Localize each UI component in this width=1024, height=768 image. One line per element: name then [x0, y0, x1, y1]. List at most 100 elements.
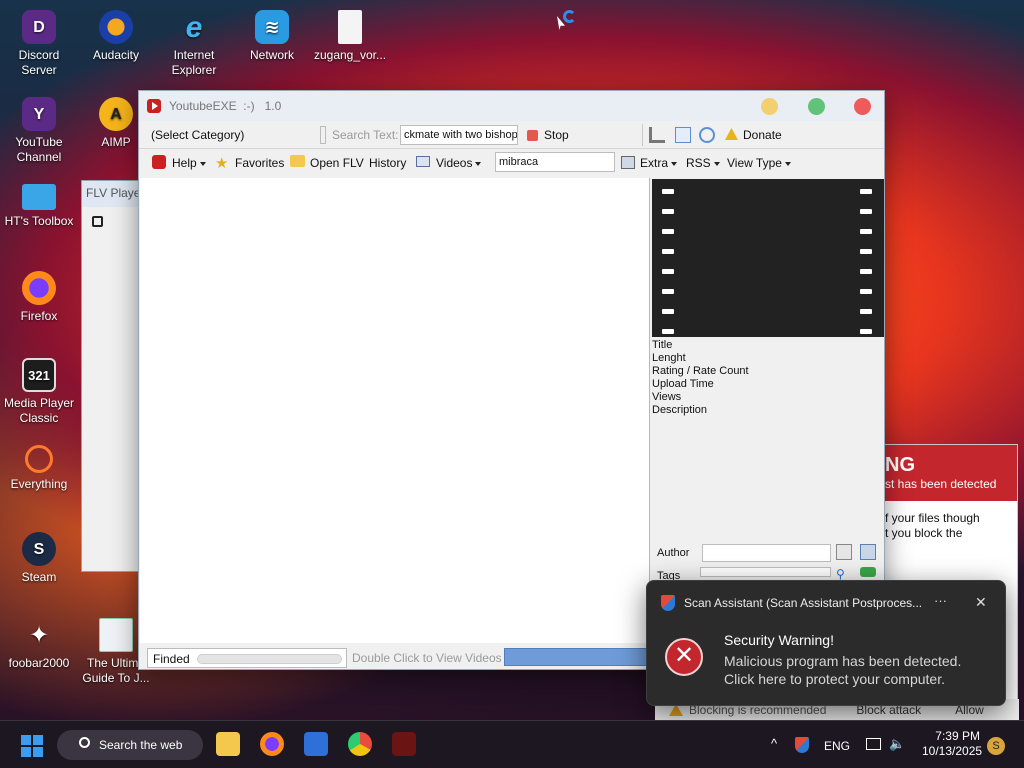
tools-icon[interactable]: [649, 127, 665, 143]
document-thumbnail-icon: [99, 618, 133, 652]
shield-icon: [661, 595, 675, 611]
search-text-input[interactable]: ckmate with two bishops: [400, 125, 518, 145]
toast-message[interactable]: Malicious program has been detected. Cli…: [724, 652, 961, 688]
film-perforation: [860, 189, 872, 194]
audacity-icon: [99, 10, 133, 44]
store-icon[interactable]: [304, 732, 328, 756]
desktop-icon-network[interactable]: ≋ Network: [233, 10, 311, 63]
file-explorer-icon[interactable]: [216, 732, 240, 756]
film-perforation: [860, 209, 872, 214]
tags-select[interactable]: [700, 567, 831, 577]
discord-server-icon: D: [22, 10, 56, 44]
youtubeexe-taskbar-icon[interactable]: [392, 732, 416, 756]
refresh-icon[interactable]: [860, 567, 876, 577]
help-menu[interactable]: Help: [172, 156, 206, 170]
youtube-help-icon: [152, 155, 166, 169]
category-spin-icon[interactable]: [320, 126, 326, 144]
desktop-icon-media-player-classic[interactable]: 321 Media Player Classic: [0, 358, 78, 426]
security-toast[interactable]: Scan Assistant (Scan Assistant Postproce…: [646, 580, 1006, 706]
volume-icon[interactable]: 🔈: [889, 736, 905, 752]
desktop-icon-everything[interactable]: Everything: [0, 445, 78, 492]
search-text-label: Search Text:: [332, 128, 399, 142]
video-list-pane[interactable]: [140, 178, 650, 643]
windows-logo-tile: [33, 735, 43, 745]
search-icon: [79, 737, 90, 748]
clock[interactable]: 7:39 PM 10/13/2025: [922, 729, 983, 759]
toast-more-button[interactable]: ···: [934, 593, 947, 608]
open-flv-button[interactable]: Open FLV: [310, 156, 364, 170]
favorites-button[interactable]: Favorites: [235, 156, 284, 170]
window-title: YoutubeEXE :-) 1.0: [169, 99, 282, 113]
minimize-button[interactable]: [761, 98, 778, 115]
author-input[interactable]: [702, 544, 831, 562]
donate-button[interactable]: Donate: [743, 128, 782, 142]
author-videos-icon[interactable]: [860, 544, 876, 560]
view-type-menu[interactable]: View Type: [727, 156, 791, 170]
desktop-icon-hts-toolbox[interactable]: HT's Toolbox: [0, 184, 78, 229]
tray-overflow-chevron-icon[interactable]: ^: [771, 736, 777, 751]
filter-input[interactable]: mibraca: [495, 152, 615, 172]
firefox-icon: [22, 271, 56, 305]
taskbar-search[interactable]: Search the web: [57, 730, 203, 760]
warning-body: f your files though t you block the: [885, 511, 980, 540]
desktop-icon-foobar2000[interactable]: ✦ foobar2000: [0, 618, 78, 671]
stop-button[interactable]: Stop: [544, 128, 569, 142]
user-avatar[interactable]: S: [987, 737, 1005, 755]
author-profile-icon[interactable]: [836, 544, 852, 560]
taskbar-search-label: Search the web: [99, 738, 183, 752]
film-perforation: [662, 189, 674, 194]
toast-close-button[interactable]: ✕: [975, 594, 987, 611]
film-perforation: [860, 309, 872, 314]
desktop-icon-firefox[interactable]: Firefox: [0, 271, 78, 324]
youtube-channel-icon: Y: [22, 97, 56, 131]
info-description-label: Description: [652, 404, 708, 416]
category-select[interactable]: (Select Category): [151, 128, 244, 142]
maximize-button[interactable]: [808, 98, 825, 115]
close-button[interactable]: [854, 98, 871, 115]
desktop-icon-zugang-file[interactable]: zugang_vor...: [311, 10, 389, 63]
network-icon: ≋: [255, 10, 289, 44]
rss-menu[interactable]: RSS: [686, 156, 720, 170]
firefox-taskbar-icon[interactable]: [260, 732, 284, 756]
tags-search-icon[interactable]: ⚲: [836, 567, 845, 581]
taskbar: Search the web ^ ENG 🔈 7:39 PM 10/13/202…: [0, 720, 1024, 768]
windows-logo-tile: [33, 747, 43, 757]
desktop-icon-youtube-channel[interactable]: Y YouTube Channel: [0, 97, 78, 165]
foobar2000-icon: ✦: [28, 621, 50, 649]
status-progress-bar: [197, 654, 342, 664]
rss-menu-label: RSS: [686, 156, 711, 170]
info-title-label: Title: [652, 339, 673, 351]
toast-heading: Security Warning!: [724, 632, 834, 648]
desktop-icon-steam[interactable]: S Steam: [0, 532, 78, 585]
desktop-icon-internet-explorer[interactable]: e Internet Explorer: [155, 10, 233, 78]
desktop-icon-label: Internet Explorer: [171, 48, 217, 77]
desktop-icon-audacity[interactable]: Audacity: [77, 10, 155, 63]
chevron-down-icon: [671, 161, 678, 166]
film-perforation: [860, 269, 872, 274]
network-icon[interactable]: [866, 738, 881, 750]
everything-icon: [25, 445, 53, 473]
warning-heading: NG: [885, 454, 915, 476]
stop-icon[interactable]: [92, 216, 103, 227]
search-options-icon[interactable]: [699, 127, 715, 143]
film-perforation: [860, 249, 872, 254]
chevron-down-icon: [199, 161, 206, 166]
start-button[interactable]: [21, 735, 43, 757]
flv-player-window[interactable]: FLV Player: [81, 180, 141, 572]
warning-icon: [725, 128, 738, 140]
film-perforation: [860, 329, 872, 334]
steam-icon: S: [22, 532, 56, 566]
desktop-icon-discord-server[interactable]: D Discord Server: [0, 10, 78, 78]
language-indicator[interactable]: ENG: [824, 739, 850, 753]
security-shield-icon[interactable]: [795, 737, 809, 753]
help-menu-label: Help: [172, 156, 197, 170]
extra-menu[interactable]: Extra: [640, 156, 678, 170]
warning-header: NG st has been detected: [885, 445, 1017, 501]
clock-date: 10/13/2025: [922, 744, 983, 758]
videos-menu[interactable]: Videos: [436, 156, 482, 170]
history-button[interactable]: History: [369, 156, 406, 170]
chrome-icon[interactable]: [348, 732, 372, 756]
window-icon[interactable]: [675, 127, 691, 143]
info-upload-label: Upload Time: [652, 378, 714, 390]
desktop-icon-label: foobar2000: [8, 656, 70, 670]
